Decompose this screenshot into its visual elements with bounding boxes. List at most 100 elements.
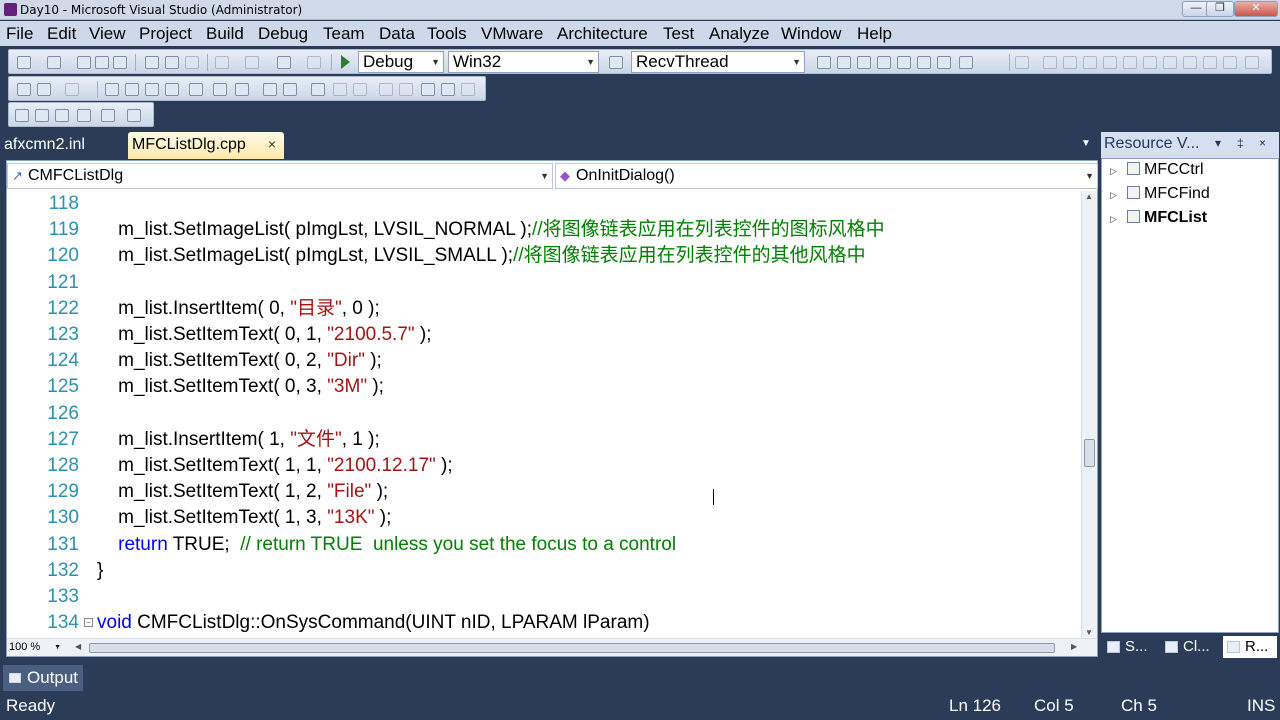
indent-icon[interactable] <box>235 83 249 96</box>
window-layout-icon[interactable] <box>959 56 973 69</box>
menu-analyze[interactable]: Analyze <box>709 24 769 44</box>
horizontal-scroll-thumb[interactable] <box>89 643 1055 653</box>
bookmark-folder-icon[interactable] <box>399 83 413 96</box>
mfc-class-icon[interactable] <box>37 83 51 96</box>
collapse-region-icon[interactable]: − <box>84 618 93 628</box>
uncomment-icon[interactable] <box>283 83 297 96</box>
tools-icon[interactable] <box>897 56 911 69</box>
indent-icon[interactable] <box>213 83 227 96</box>
vmware-icon[interactable] <box>1203 56 1217 69</box>
menu-window[interactable]: Window <box>781 24 841 44</box>
code-line[interactable]: 124 m_list.SetItemText( 0, 2, "Dir" ); <box>7 348 1081 374</box>
solution-configuration-combo[interactable]: Debug ▼ <box>358 51 444 73</box>
code-line[interactable]: 119 m_list.SetImageList( pImgLst, LVSIL_… <box>7 217 1081 243</box>
close-icon[interactable]: × <box>268 132 276 157</box>
vertical-scroll-thumb[interactable] <box>1084 439 1095 467</box>
code-line[interactable]: 132} <box>7 558 1081 584</box>
vmware-icon[interactable] <box>1245 56 1259 69</box>
menu-project[interactable]: Project <box>139 24 192 44</box>
start-page-icon[interactable] <box>917 56 931 69</box>
maximize-button[interactable]: ❐ <box>1206 1 1234 17</box>
code-line[interactable]: 125 m_list.SetItemText( 0, 3, "3M" ); <box>7 374 1081 400</box>
tab-class-view[interactable]: Cl... <box>1161 636 1221 658</box>
run-to-cursor-icon[interactable] <box>77 109 91 122</box>
menu-vmware[interactable]: VMware <box>481 24 543 44</box>
bookmark-doc-icon[interactable] <box>421 83 435 96</box>
step-out-icon[interactable] <box>55 109 69 122</box>
tab-overflow-icon[interactable]: ▼ <box>1081 138 1091 149</box>
toolbox-icon[interactable] <box>877 56 891 69</box>
expand-icon[interactable]: ▷ <box>1110 184 1120 206</box>
code-line[interactable]: 123 m_list.SetItemText( 0, 1, "2100.5.7"… <box>7 322 1081 348</box>
breakpoint-icon[interactable] <box>127 109 141 122</box>
tree-item-mfcctrl[interactable]: ▷ MFCCtrl <box>1110 159 1204 181</box>
tree-item-mfcfind[interactable]: ▷ MFCFind <box>1110 183 1210 205</box>
tab-solution-explorer[interactable]: S... <box>1103 636 1159 658</box>
menu-help[interactable]: Help <box>857 24 892 44</box>
save-all-icon[interactable] <box>113 56 127 69</box>
tab-output[interactable]: Output <box>3 665 83 691</box>
vmware-icon[interactable] <box>1143 56 1157 69</box>
outdent-icon[interactable] <box>189 83 203 96</box>
solution-platform-combo[interactable]: Win32 ▼ <box>448 51 599 73</box>
complete-word-icon[interactable] <box>165 83 179 96</box>
undo-icon[interactable] <box>215 56 229 69</box>
code-line[interactable]: 133 <box>7 584 1081 610</box>
new-project-icon[interactable] <box>17 56 31 69</box>
vmware-icon[interactable] <box>1123 56 1137 69</box>
code-line[interactable]: 118 <box>7 191 1081 217</box>
menu-view[interactable]: View <box>89 24 126 44</box>
save-icon[interactable] <box>95 56 109 69</box>
step-into-icon[interactable] <box>15 109 29 122</box>
menu-test[interactable]: Test <box>663 24 694 44</box>
vmware-icon[interactable] <box>1043 56 1057 69</box>
zoom-combo[interactable]: 100 % ▼ <box>9 640 63 655</box>
vertical-scrollbar[interactable]: ▲ ▼ <box>1081 191 1097 638</box>
scroll-right-icon[interactable]: ▶ <box>1071 642 1077 651</box>
properties-icon[interactable] <box>837 56 851 69</box>
menu-file[interactable]: File <box>6 24 33 44</box>
code-line[interactable]: 131 return TRUE; // return TRUE unless y… <box>7 532 1081 558</box>
tab-afxcmn2[interactable]: afxcmn2.inl <box>0 132 125 159</box>
menu-debug[interactable]: Debug <box>258 24 308 44</box>
extension-manager-icon[interactable] <box>937 56 951 69</box>
vmware-icon[interactable] <box>1223 56 1237 69</box>
vmware-icon[interactable] <box>1063 56 1077 69</box>
navigate-backward-icon[interactable] <box>277 56 291 69</box>
bookmark-prev-icon[interactable] <box>333 83 347 96</box>
vmware-icon[interactable] <box>1083 56 1097 69</box>
tree-item-mfclist[interactable]: ▷ MFCList <box>1110 207 1207 229</box>
navigate-forward-icon[interactable] <box>307 56 321 69</box>
vmware-icon[interactable] <box>1163 56 1177 69</box>
find-combo[interactable]: RecvThread ▼ <box>631 51 805 73</box>
menu-build[interactable]: Build <box>206 24 244 44</box>
menu-tools[interactable]: Tools <box>427 24 467 44</box>
bookmark-next-icon[interactable] <box>353 83 367 96</box>
redo-icon[interactable] <box>245 56 259 69</box>
member-list-icon[interactable] <box>105 83 119 96</box>
code-line[interactable]: 129 m_list.SetItemText( 1, 2, "File" ); <box>7 479 1081 505</box>
expand-icon[interactable]: ▷ <box>1110 208 1120 230</box>
scroll-up-icon[interactable]: ▲ <box>1085 192 1093 201</box>
bookmark-icon[interactable] <box>311 83 325 96</box>
step-over-icon[interactable] <box>35 109 49 122</box>
start-debugging-icon[interactable] <box>341 55 350 69</box>
code-line[interactable]: 120 m_list.SetImageList( pImgLst, LVSIL_… <box>7 243 1081 269</box>
cut-icon[interactable] <box>145 56 159 69</box>
paste-icon[interactable] <box>185 56 199 69</box>
find-in-files-icon[interactable] <box>609 56 623 69</box>
menu-team[interactable]: Team <box>323 24 365 44</box>
parameter-info-icon[interactable] <box>125 83 139 96</box>
scroll-left-icon[interactable]: ◀ <box>75 642 81 651</box>
code-text-area[interactable]: 118 119 m_list.SetImageList( pImgLst, LVS… <box>7 191 1081 638</box>
tab-resource-view[interactable]: R... <box>1223 636 1277 658</box>
bookmark-folder-icon[interactable] <box>379 83 393 96</box>
class-view-icon[interactable] <box>17 83 31 96</box>
code-line[interactable]: 128 m_list.SetItemText( 1, 1, "2100.12.1… <box>7 453 1081 479</box>
menu-architecture[interactable]: Architecture <box>557 24 648 44</box>
close-button[interactable]: ✕ <box>1234 1 1278 17</box>
close-icon[interactable]: × <box>1259 136 1266 150</box>
add-item-icon[interactable] <box>47 56 61 69</box>
object-browser-icon[interactable] <box>857 56 871 69</box>
open-file-icon[interactable] <box>77 56 91 69</box>
